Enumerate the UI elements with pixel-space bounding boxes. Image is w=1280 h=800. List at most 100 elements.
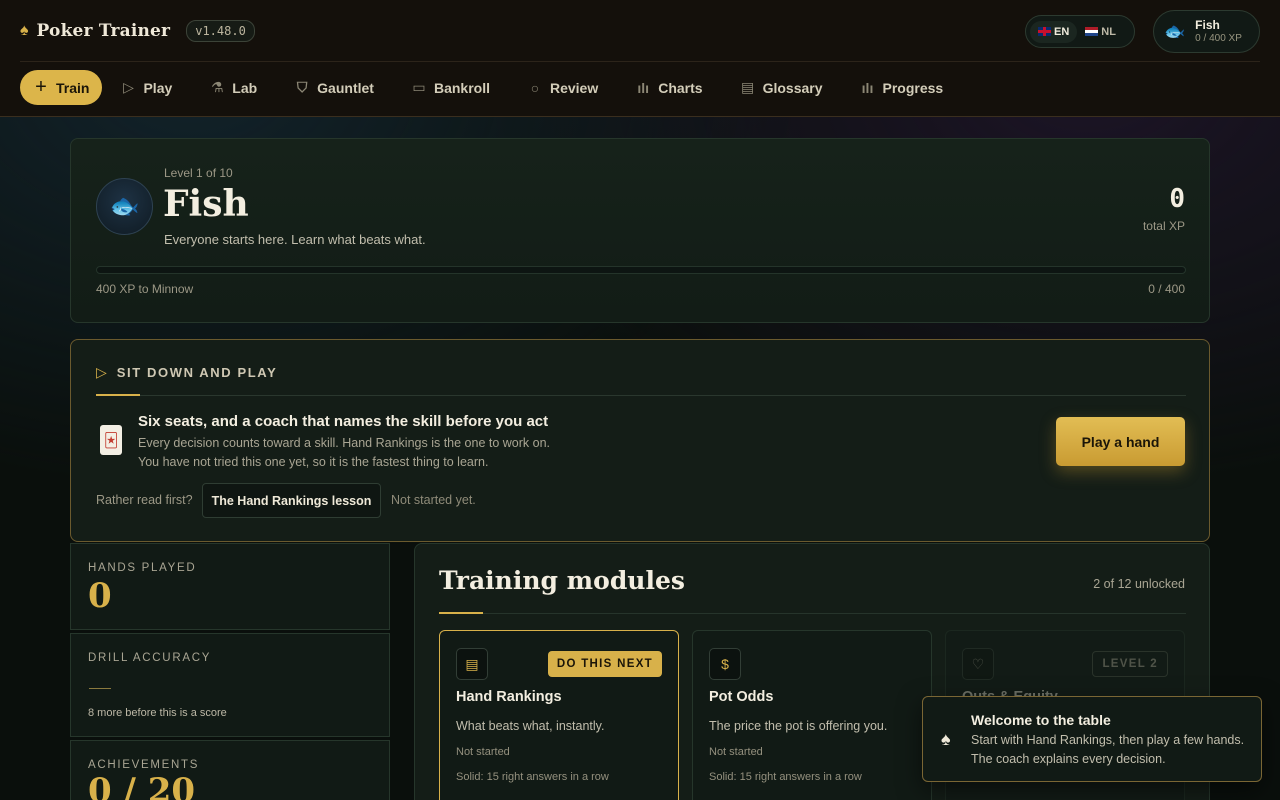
uk-flag-icon bbox=[1038, 27, 1051, 36]
sit-heading-label: SIT DOWN AND PLAY bbox=[116, 365, 278, 380]
bar-chart-icon: ılı bbox=[637, 79, 650, 96]
play-icon: ▷ bbox=[96, 364, 107, 380]
tab-label: Train bbox=[56, 79, 90, 96]
toast-body: Start with Hand Rankings, then play a fe… bbox=[971, 733, 1245, 766]
header-divider bbox=[20, 61, 1260, 62]
search-icon: ○ bbox=[530, 79, 540, 96]
total-xp-label: total XP bbox=[1142, 219, 1185, 233]
lang-nl-button[interactable]: NL bbox=[1077, 21, 1124, 43]
tab-label: Gauntlet bbox=[317, 79, 374, 96]
sit-heading: ▷ SIT DOWN AND PLAY bbox=[96, 364, 277, 381]
read-first-label: Rather read first? bbox=[96, 493, 193, 507]
tab-bankroll[interactable]: ▭ Bankroll bbox=[393, 70, 509, 105]
playing-card-icon: 🃏 bbox=[100, 425, 122, 455]
flask-icon: ⚗ bbox=[211, 79, 224, 95]
lang-en-button[interactable]: EN bbox=[1030, 20, 1078, 43]
stat-hands-played: HANDS PLAYED 0 bbox=[70, 543, 390, 630]
tab-train[interactable]: + Train bbox=[20, 70, 103, 105]
stat-label: ACHIEVEMENTS bbox=[88, 759, 200, 771]
sit-down-card: ▷ SIT DOWN AND PLAY 🃏 Six seats, and a c… bbox=[70, 339, 1210, 542]
tab-play[interactable]: ▷ Play bbox=[102, 70, 191, 105]
heart-icon: ♡ bbox=[962, 648, 994, 680]
hand-rankings-lesson-button[interactable]: The Hand Rankings lesson bbox=[202, 483, 381, 518]
user-chip[interactable]: 🐟 Fish 0 / 400 XP bbox=[1153, 10, 1260, 53]
main-nav: + Train ▷ Play ⚗ Lab ⛉ Gauntlet ▭ Bankro… bbox=[20, 70, 962, 105]
tab-gauntlet[interactable]: ⛉ Gauntlet bbox=[276, 70, 393, 105]
modules-count: 2 of 12 unlocked bbox=[1093, 577, 1185, 591]
bar-chart-icon: ılı bbox=[861, 79, 874, 96]
level-description: Everyone starts here. Learn what beats w… bbox=[164, 232, 426, 247]
language-switcher: EN NL bbox=[1025, 15, 1135, 48]
nl-flag-icon bbox=[1085, 27, 1099, 36]
module-description: The price the pot is offering you. bbox=[709, 719, 888, 733]
book-icon: ▤ bbox=[740, 79, 755, 95]
lang-nl-label: NL bbox=[1101, 25, 1116, 38]
empty-value-dash bbox=[89, 688, 111, 689]
module-goal: Solid: 15 right answers in a row bbox=[456, 771, 609, 783]
level-subtitle: Level 1 of 10 bbox=[164, 166, 233, 180]
level-card: 🐟 Level 1 of 10 Fish Everyone starts her… bbox=[70, 138, 1210, 323]
app-name: Poker Trainer bbox=[36, 21, 171, 41]
section-divider bbox=[439, 612, 1186, 614]
level-title: Fish bbox=[163, 183, 249, 225]
brand[interactable]: ♠ Poker Trainer v1.48.0 bbox=[20, 20, 255, 42]
version-badge: v1.48.0 bbox=[186, 20, 255, 42]
stat-value: 0 bbox=[88, 576, 112, 616]
module-description: What beats what, instantly. bbox=[456, 719, 605, 733]
xp-count: 0 / 400 bbox=[1148, 282, 1185, 296]
fish-avatar: 🐟 bbox=[96, 178, 153, 235]
list-icon: ▤ bbox=[456, 648, 488, 680]
xp-progress-bar bbox=[96, 266, 1186, 274]
tab-label: Progress bbox=[882, 79, 944, 96]
tab-label: Glossary bbox=[762, 79, 823, 96]
user-xp: 0 / 400 XP bbox=[1195, 32, 1242, 44]
total-xp-value: 0 bbox=[1169, 184, 1185, 214]
level-badge: LEVEL 2 bbox=[1092, 651, 1168, 677]
play-icon: ▷ bbox=[123, 79, 134, 95]
spade-icon: ♠ bbox=[20, 22, 29, 39]
plus-icon: + bbox=[35, 76, 47, 98]
stat-label: HANDS PLAYED bbox=[88, 562, 197, 574]
lang-en-label: EN bbox=[1054, 25, 1070, 38]
stat-label: DRILL ACCURACY bbox=[88, 652, 212, 664]
modules-title: Training modules bbox=[439, 566, 685, 595]
module-card-pot-odds[interactable]: $ Pot Odds The price the pot is offering… bbox=[692, 630, 932, 800]
toast-title: Welcome to the table bbox=[971, 712, 1111, 728]
user-name: Fish bbox=[1195, 17, 1220, 32]
tab-label: Lab bbox=[232, 79, 258, 96]
do-this-next-badge: DO THIS NEXT bbox=[547, 651, 662, 677]
tab-label: Play bbox=[143, 79, 173, 96]
tab-label: Charts bbox=[658, 79, 703, 96]
stat-drill-accuracy: DRILL ACCURACY 8 more before this is a s… bbox=[70, 633, 390, 737]
tab-label: Bankroll bbox=[433, 79, 490, 96]
module-title: Pot Odds bbox=[709, 689, 774, 705]
spade-icon: ♠ bbox=[941, 729, 951, 749]
stat-achievements: ACHIEVEMENTS 0 / 20 bbox=[70, 740, 390, 800]
tab-review[interactable]: ○ Review bbox=[509, 70, 617, 105]
module-status: Not started bbox=[456, 746, 510, 758]
dollar-icon: $ bbox=[709, 648, 741, 680]
sit-title: Six seats, and a coach that names the sk… bbox=[138, 413, 549, 430]
section-divider bbox=[96, 394, 1186, 396]
xp-to-next: 400 XP to Minnow bbox=[96, 282, 194, 296]
stat-note: 8 more before this is a score bbox=[88, 707, 227, 719]
wallet-icon: ▭ bbox=[412, 79, 426, 95]
module-goal: Solid: 15 right answers in a row bbox=[709, 771, 862, 783]
play-hand-button[interactable]: Play a hand bbox=[1056, 417, 1185, 466]
tab-label: Review bbox=[549, 79, 599, 96]
welcome-toast[interactable]: ♠ Welcome to the table Start with Hand R… bbox=[922, 696, 1262, 782]
sit-body: Every decision counts toward a skill. Ha… bbox=[138, 434, 550, 472]
stat-value: 0 / 20 bbox=[88, 771, 196, 800]
module-status: Not started bbox=[709, 746, 763, 758]
sit-line: Every decision counts toward a skill. Ha… bbox=[138, 436, 551, 450]
fish-icon: 🐟 bbox=[109, 193, 140, 220]
lesson-status: Not started yet. bbox=[391, 493, 476, 507]
tab-progress[interactable]: ılı Progress bbox=[842, 70, 963, 105]
tab-glossary[interactable]: ▤ Glossary bbox=[722, 70, 842, 105]
tab-charts[interactable]: ılı Charts bbox=[617, 70, 721, 105]
module-title: Hand Rankings bbox=[456, 689, 562, 705]
module-card-hand-rankings[interactable]: ▤ DO THIS NEXT Hand Rankings What beats … bbox=[439, 630, 679, 800]
shield-icon: ⛉ bbox=[296, 79, 308, 95]
tab-lab[interactable]: ⚗ Lab bbox=[191, 70, 276, 105]
fish-icon: 🐟 bbox=[1164, 21, 1186, 41]
